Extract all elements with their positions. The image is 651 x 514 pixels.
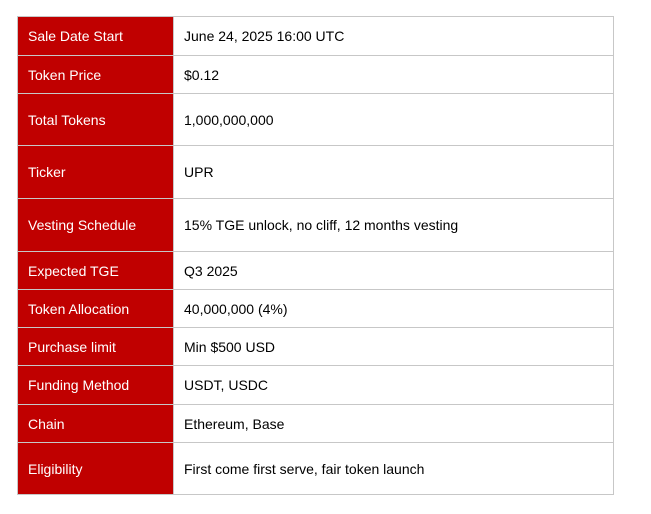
row-value: USDT, USDC (173, 365, 614, 405)
row-label: Token Price (17, 55, 174, 94)
table-row: Eligibility First come first serve, fair… (17, 442, 614, 495)
row-value: Ethereum, Base (173, 404, 614, 443)
row-label: Chain (17, 404, 174, 443)
row-label: Ticker (17, 145, 174, 199)
row-label: Eligibility (17, 442, 174, 495)
table-row: Vesting Schedule 15% TGE unlock, no clif… (17, 198, 614, 252)
row-label: Vesting Schedule (17, 198, 174, 252)
row-label: Token Allocation (17, 289, 174, 328)
table-row: Chain Ethereum, Base (17, 404, 614, 443)
row-value: Min $500 USD (173, 327, 614, 366)
row-label: Purchase limit (17, 327, 174, 366)
row-value: June 24, 2025 16:00 UTC (173, 16, 614, 56)
table-row: Ticker UPR (17, 145, 614, 199)
row-value: 15% TGE unlock, no cliff, 12 months vest… (173, 198, 614, 252)
row-value: Q3 2025 (173, 251, 614, 290)
row-label: Expected TGE (17, 251, 174, 290)
row-label: Total Tokens (17, 93, 174, 146)
row-value: 40,000,000 (4%) (173, 289, 614, 328)
table-row: Expected TGE Q3 2025 (17, 251, 614, 290)
row-label: Sale Date Start (17, 16, 174, 56)
row-value: First come first serve, fair token launc… (173, 442, 614, 495)
table-row: Token Price $0.12 (17, 55, 614, 94)
row-value: UPR (173, 145, 614, 199)
row-value: $0.12 (173, 55, 614, 94)
table-row: Purchase limit Min $500 USD (17, 327, 614, 366)
row-label: Funding Method (17, 365, 174, 405)
table-row: Total Tokens 1,000,000,000 (17, 93, 614, 146)
token-sale-details-table: Sale Date Start June 24, 2025 16:00 UTC … (17, 16, 614, 495)
table-row: Token Allocation 40,000,000 (4%) (17, 289, 614, 328)
table-row: Sale Date Start June 24, 2025 16:00 UTC (17, 16, 614, 56)
table-row: Funding Method USDT, USDC (17, 365, 614, 405)
row-value: 1,000,000,000 (173, 93, 614, 146)
